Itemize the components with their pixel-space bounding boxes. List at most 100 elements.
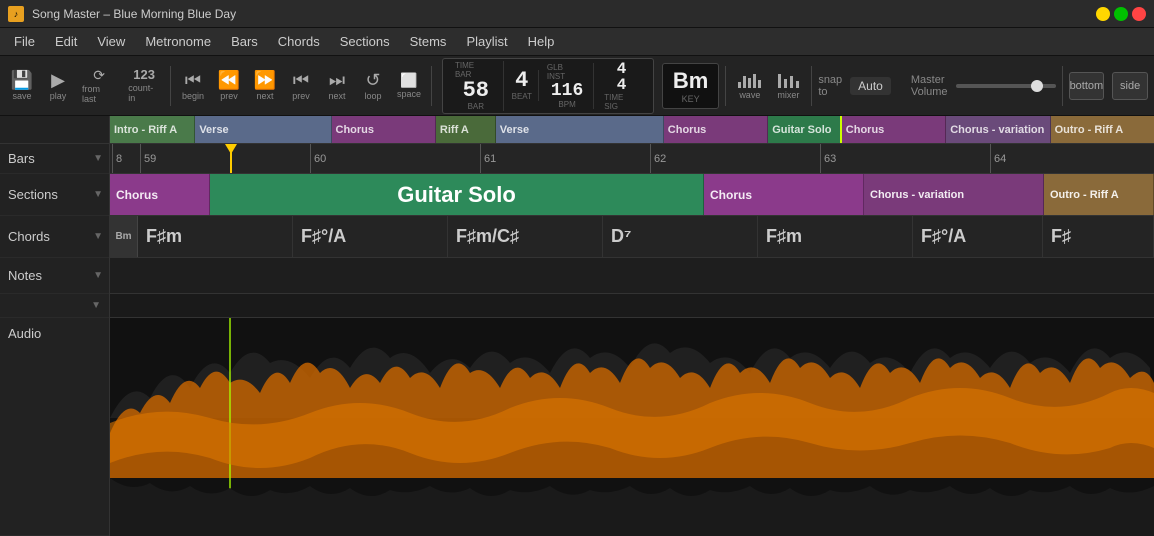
transport-bpm: 116: [551, 82, 583, 100]
overview-outro[interactable]: Outro - Riff A: [1051, 116, 1154, 143]
close-button[interactable]: ×: [1132, 7, 1146, 21]
chords-collapse-arrow[interactable]: ▼: [93, 231, 103, 242]
notes-row-label: Notes ▼: [0, 258, 109, 294]
overview-chorvar[interactable]: Chorus - variation: [946, 116, 1050, 143]
section-chorus-var[interactable]: Chorus - variation: [864, 174, 1044, 215]
menu-stems[interactable]: Stems: [400, 30, 457, 53]
chords-row-label: Chords ▼: [0, 216, 109, 258]
side-view-button[interactable]: side: [1112, 72, 1148, 100]
transport-bpm-section: GLB INST 116 BPM: [541, 63, 594, 109]
key-indicator: Bm: [110, 216, 138, 257]
space-button[interactable]: ⬜ space: [393, 71, 425, 101]
overview-chorus3[interactable]: Chorus: [842, 116, 946, 143]
menu-view[interactable]: View: [87, 30, 135, 53]
overview-chorus2[interactable]: Chorus: [664, 116, 768, 143]
sections-row-label: Sections ▼: [0, 174, 109, 216]
chord-fsharpm-2[interactable]: F♯m: [758, 216, 913, 257]
wave-button[interactable]: wave: [732, 70, 767, 102]
minimize-button[interactable]: −: [1096, 7, 1110, 21]
transport-time-section: TIME BAR 58 BAR: [449, 61, 504, 111]
loop-icon: ↺: [365, 71, 380, 89]
section-chorus-post1[interactable]: Chorus: [704, 174, 864, 215]
overview-verse2[interactable]: Verse: [496, 116, 664, 143]
waveform-svg: [110, 318, 1154, 536]
divider-1: [170, 66, 171, 106]
save-button[interactable]: 💾 save: [6, 69, 38, 103]
snap-value[interactable]: Auto: [850, 77, 891, 95]
main-content: 8 59 60 61 62 63 64 Chorus Guitar Solo C…: [110, 144, 1154, 536]
title-bar: ♪ Song Master – Blue Morning Blue Day − …: [0, 0, 1154, 28]
play-button[interactable]: ▶ play: [42, 69, 74, 103]
sections-row: Chorus Guitar Solo Chorus Chorus - varia…: [110, 174, 1154, 216]
overview-guitarsolo[interactable]: Guitar Solo: [768, 116, 842, 143]
section-chorus-pre[interactable]: Chorus: [110, 174, 210, 215]
next-bar-icon: ⏭: [329, 71, 345, 89]
side-icon: side: [1120, 80, 1140, 92]
menu-chords[interactable]: Chords: [268, 30, 330, 53]
menu-help[interactable]: Help: [518, 30, 565, 53]
loop-button[interactable]: ↺ loop: [357, 69, 389, 103]
bar-62: 62: [650, 144, 666, 173]
prev-button[interactable]: ⏪ prev: [213, 69, 245, 103]
chord-d7[interactable]: D⁷: [603, 216, 758, 257]
sections-collapse-arrow[interactable]: ▼: [93, 189, 103, 200]
mixer-button[interactable]: mixer: [771, 70, 805, 102]
begin-icon: ⏮: [185, 71, 201, 89]
bars-row-label: Bars ▼: [0, 144, 109, 174]
snap-label: snap to: [818, 74, 842, 98]
next-icon: ⏩: [254, 71, 276, 89]
snap-volume-section: snap to Auto Master Volume: [818, 74, 1055, 98]
chord-fsharp-last[interactable]: F♯: [1043, 216, 1154, 257]
volume-slider[interactable]: [956, 84, 1056, 88]
bars-ruler-inner: 8 59 60 61 62 63 64: [110, 144, 1154, 173]
mixer-icon: [778, 72, 799, 88]
volume-slider-container: [956, 84, 1056, 88]
space-icon: ⬜: [400, 73, 417, 87]
next-bar-button[interactable]: ⏭ next: [321, 69, 353, 103]
audio-row-label: Audio: [0, 318, 109, 536]
chord-fsharpm-1[interactable]: F♯m: [138, 216, 293, 257]
menu-sections[interactable]: Sections: [330, 30, 400, 53]
toolbar: 💾 save ▶ play ⟳ from last 123 count-in ⏮…: [0, 56, 1154, 116]
overview-intro[interactable]: Intro - Riff A: [110, 116, 195, 143]
transport-display: TIME BAR 58 BAR 4 BEAT GLB INST 116 BPM …: [442, 58, 654, 114]
left-panel: Bars ▼ Sections ▼ Chords ▼ Notes ▼ ▼ Aud…: [0, 144, 110, 536]
menu-file[interactable]: File: [4, 30, 45, 53]
bottom-icon: bottom: [1070, 80, 1104, 92]
prev-icon: ⏪: [218, 71, 240, 89]
from-last-button[interactable]: ⟳ from last: [78, 66, 120, 106]
bar-61: 61: [480, 144, 496, 173]
chord-fsharpdim-a[interactable]: F♯°/A: [293, 216, 448, 257]
prev-bar-button[interactable]: ⏮ prev: [285, 69, 317, 103]
overview-verse1[interactable]: Verse: [195, 116, 331, 143]
menu-bar: File Edit View Metronome Bars Chords Sec…: [0, 28, 1154, 56]
menu-metronome[interactable]: Metronome: [135, 30, 221, 53]
menu-edit[interactable]: Edit: [45, 30, 87, 53]
overview-riffa[interactable]: Riff A: [436, 116, 496, 143]
audio-waveform-row: [110, 318, 1154, 536]
menu-bars[interactable]: Bars: [221, 30, 268, 53]
notes-collapse-arrow[interactable]: ▼: [93, 270, 103, 281]
window-controls: − □ ×: [1096, 7, 1146, 21]
count-in-button[interactable]: 123 count-in: [124, 66, 164, 105]
bars-collapse-arrow[interactable]: ▼: [93, 153, 103, 164]
wave-icon: [738, 72, 761, 88]
divider-4: [811, 66, 812, 106]
section-outro[interactable]: Outro - Riff A: [1044, 174, 1154, 215]
volume-knob[interactable]: [1031, 80, 1043, 92]
overview-chorus1[interactable]: Chorus: [332, 116, 436, 143]
notes-extra-collapse-arrow[interactable]: ▼: [91, 300, 101, 311]
section-guitar-solo[interactable]: Guitar Solo: [210, 174, 704, 215]
begin-button[interactable]: ⏮ begin: [177, 69, 209, 103]
key-display: Bm KEY: [662, 63, 719, 109]
menu-playlist[interactable]: Playlist: [456, 30, 517, 53]
next-button[interactable]: ⏩ next: [249, 69, 281, 103]
maximize-button[interactable]: □: [1114, 7, 1128, 21]
divider-5: [1062, 66, 1063, 106]
chord-fsharpmc[interactable]: F♯m/C♯: [448, 216, 603, 257]
play-icon: ▶: [51, 71, 65, 89]
chord-fsharpdim-a2[interactable]: F♯°/A: [913, 216, 1043, 257]
bottom-view-button[interactable]: bottom: [1069, 72, 1105, 100]
playhead-diamond: [225, 144, 237, 154]
bar-64: 64: [990, 144, 1006, 173]
